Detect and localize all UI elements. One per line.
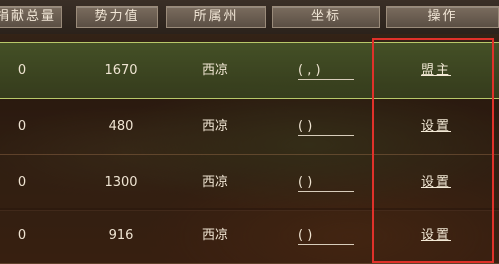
- column-header-coord: 坐标: [272, 6, 380, 28]
- coordinate-link[interactable]: ( ): [298, 119, 354, 136]
- power-cell: 1300: [104, 175, 138, 190]
- donation-cell: 0: [17, 175, 27, 190]
- table-row: 0 480 西凉 ( ) 设置: [0, 99, 499, 155]
- donation-cell: 0: [17, 119, 27, 134]
- leader-button[interactable]: 盟主: [408, 43, 464, 98]
- power-cell: 480: [108, 119, 134, 134]
- coordinate-link[interactable]: ( ): [298, 175, 354, 192]
- table-row: 0 1300 西凉 ( ) 设置: [0, 155, 499, 211]
- column-header-action: 操作: [386, 6, 499, 28]
- column-header-state: 所属州: [166, 6, 266, 28]
- donation-cell: 0: [17, 63, 27, 78]
- settings-button[interactable]: 设置: [408, 208, 464, 263]
- power-cell: 916: [108, 228, 134, 243]
- table-header: 捐献总量 势力值 所属州 坐标 操作: [0, 0, 499, 34]
- column-header-donation: 捐献总量: [0, 6, 62, 28]
- donation-cell: 0: [17, 228, 27, 243]
- state-cell: 西凉: [201, 228, 228, 243]
- column-header-power: 势力值: [76, 6, 158, 28]
- table-row: 0 916 西凉 ( ) 设置: [0, 208, 499, 264]
- table-row: 0 1670 西凉 ( , ) 盟主: [0, 42, 499, 99]
- settings-button[interactable]: 设置: [408, 155, 464, 210]
- settings-button[interactable]: 设置: [408, 99, 464, 154]
- state-cell: 西凉: [201, 119, 228, 134]
- coordinate-link[interactable]: ( ): [298, 228, 354, 245]
- state-cell: 西凉: [201, 175, 228, 190]
- power-cell: 1670: [104, 63, 138, 78]
- coordinate-link[interactable]: ( , ): [298, 63, 354, 80]
- state-cell: 西凉: [201, 63, 228, 78]
